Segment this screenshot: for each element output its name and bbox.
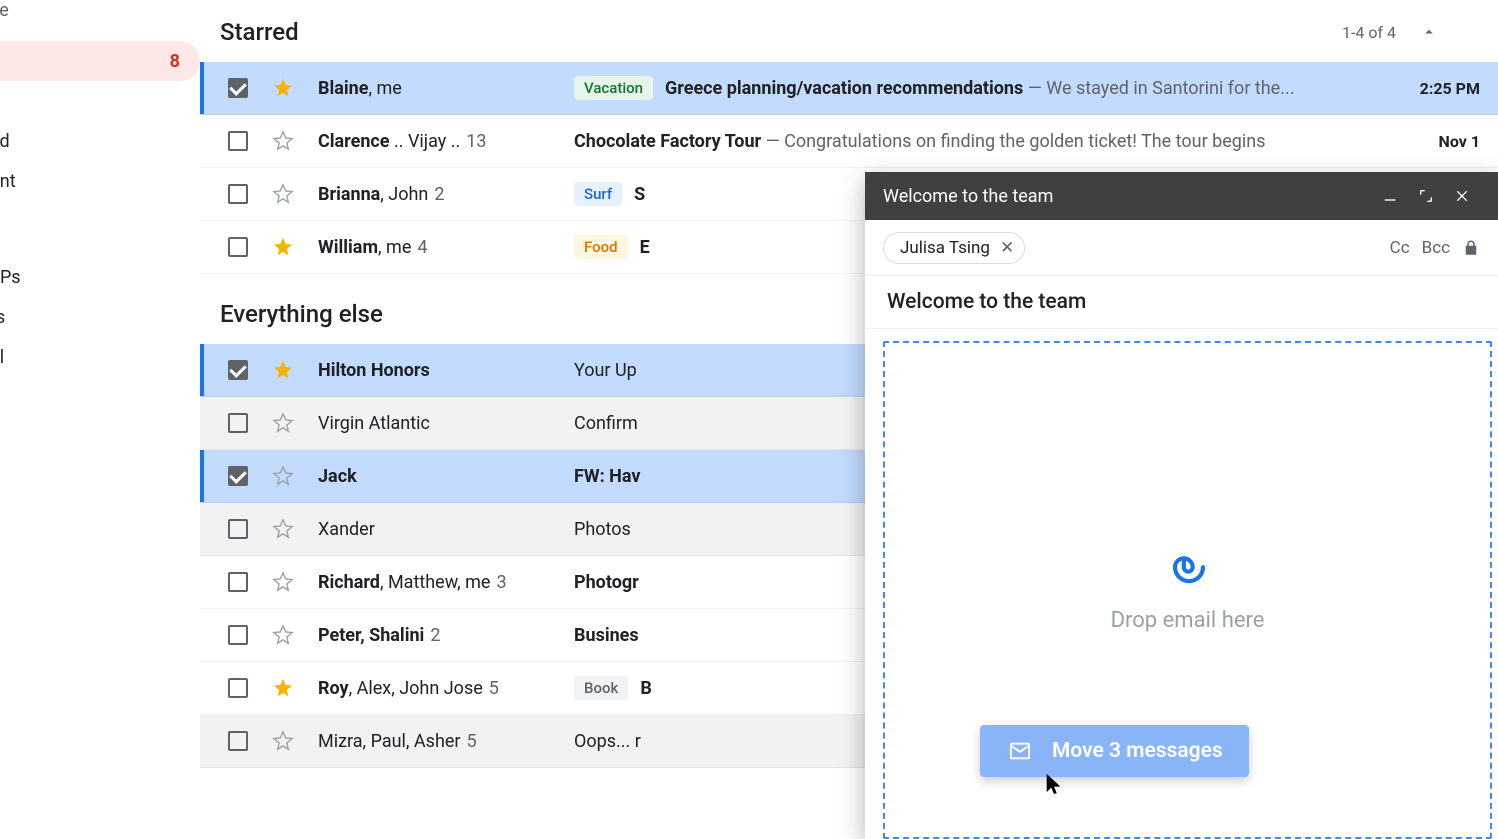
sidebar-item-inbox[interactable]: 8 (0, 41, 200, 81)
bcc-button[interactable]: Bcc (1422, 238, 1450, 258)
minimize-icon[interactable] (1372, 188, 1408, 204)
star-icon[interactable] (272, 624, 318, 646)
compose-window: Welcome to the team Julisa Tsing ✕ Cc Bc… (865, 172, 1498, 839)
star-icon[interactable] (272, 571, 318, 593)
drag-indicator: Move 3 messages (980, 725, 1249, 777)
star-icon[interactable] (272, 77, 318, 99)
senders: Clarence .. Vijay ..13 (318, 131, 574, 152)
senders: Jack (318, 466, 574, 487)
subject-line: Oops... r (574, 731, 641, 752)
subject-line: E (640, 237, 650, 258)
subject-line: Busines (574, 625, 639, 646)
subject-line: FW: Hav (574, 466, 641, 487)
senders: Mizra, Paul, Asher5 (318, 731, 574, 752)
label-chip[interactable]: Vacation (574, 76, 653, 100)
select-checkbox[interactable] (228, 360, 248, 380)
attachment-icon (1162, 548, 1214, 588)
compose-title: Welcome to the team (883, 186, 1053, 207)
subject-line: B (640, 678, 652, 699)
star-icon[interactable] (272, 518, 318, 540)
senders: Peter, Shalini2 (318, 625, 574, 646)
star-icon[interactable] (272, 183, 318, 205)
select-checkbox[interactable] (228, 519, 248, 539)
recipient-chip[interactable]: Julisa Tsing ✕ (883, 232, 1025, 264)
recipients-row[interactable]: Julisa Tsing ✕ Cc Bcc (865, 220, 1498, 276)
sidebar-item[interactable]: al (0, 337, 200, 377)
compose-body[interactable]: Drop email here Move 3 messages (865, 329, 1498, 839)
subject-line: Photos (574, 519, 631, 540)
email-row[interactable]: Blaine, meVacation Greece planning/vacati… (200, 62, 1498, 115)
select-checkbox[interactable] (228, 572, 248, 592)
remove-recipient-icon[interactable]: ✕ (1000, 238, 1014, 258)
senders: Brianna, John2 (318, 184, 574, 205)
sidebar: se 8 d ed ant FPs ts al (0, 0, 200, 839)
sidebar-item[interactable]: ant (0, 161, 200, 201)
cc-button[interactable]: Cc (1390, 238, 1410, 258)
select-checkbox[interactable] (228, 625, 248, 645)
star-icon[interactable] (272, 130, 318, 152)
select-checkbox[interactable] (228, 413, 248, 433)
senders: Virgin Atlantic (318, 413, 574, 434)
subject-line: Chocolate Factory Tour — Congratulations… (574, 131, 1266, 152)
mail-icon (1006, 740, 1034, 762)
senders: Xander (318, 519, 574, 540)
lock-icon[interactable] (1462, 239, 1480, 257)
select-checkbox[interactable] (228, 678, 248, 698)
compose-button[interactable]: se (0, 0, 200, 41)
select-checkbox[interactable] (228, 731, 248, 751)
drag-label: Move 3 messages (1052, 739, 1223, 763)
fullscreen-icon[interactable] (1408, 188, 1444, 204)
select-checkbox[interactable] (228, 184, 248, 204)
close-icon[interactable] (1444, 188, 1480, 204)
subject-line: Greece planning/vacation recommendations… (665, 78, 1294, 99)
senders: Blaine, me (318, 78, 574, 99)
senders: Hilton Honors (318, 360, 574, 381)
label-chip[interactable]: Surf (574, 182, 622, 206)
subject-line: S (634, 184, 645, 205)
subject-line: Your Up (574, 360, 637, 381)
senders: Roy, Alex, John Jose5 (318, 678, 574, 699)
label-chip[interactable]: Book (574, 676, 628, 700)
pagination-text: 1-4 of 4 (1342, 23, 1396, 42)
subject-input[interactable]: Welcome to the team (865, 276, 1498, 329)
star-icon[interactable] (272, 465, 318, 487)
timestamp: Nov 1 (1419, 132, 1480, 151)
section-title-starred: Starred (220, 18, 299, 46)
select-checkbox[interactable] (228, 237, 248, 257)
select-checkbox[interactable] (228, 466, 248, 486)
sidebar-item[interactable]: ts (0, 297, 200, 337)
subject-line: Confirm (574, 413, 638, 434)
star-icon[interactable] (272, 359, 318, 381)
recipient-name: Julisa Tsing (900, 238, 990, 258)
star-icon[interactable] (272, 236, 318, 258)
timestamp: 2:25 PM (1400, 79, 1480, 98)
senders: William, me4 (318, 237, 574, 258)
section-title-everything: Everything else (220, 300, 383, 328)
drop-zone-text: Drop email here (1111, 608, 1265, 633)
label-chip[interactable]: Food (574, 235, 628, 259)
star-icon[interactable] (272, 677, 318, 699)
sidebar-item[interactable]: ed (0, 121, 200, 161)
compose-header[interactable]: Welcome to the team (865, 172, 1498, 220)
senders: Richard, Matthew, me3 (318, 572, 574, 593)
drop-zone[interactable]: Drop email here Move 3 messages (883, 341, 1492, 839)
star-icon[interactable] (272, 730, 318, 752)
select-checkbox[interactable] (228, 78, 248, 98)
inbox-unread-badge: 8 (170, 51, 180, 72)
select-checkbox[interactable] (228, 131, 248, 151)
sidebar-item[interactable]: FPs (0, 257, 200, 297)
sidebar-item[interactable]: d (0, 81, 200, 121)
collapse-icon[interactable] (1420, 23, 1438, 41)
star-icon[interactable] (272, 412, 318, 434)
cursor-icon (1043, 769, 1065, 797)
email-row[interactable]: Clarence .. Vijay ..13Chocolate Factory … (200, 115, 1498, 168)
subject-line: Photogr (574, 572, 639, 593)
main-content: Starred 1-4 of 4 Blaine, meVacation Greec… (200, 0, 1498, 839)
